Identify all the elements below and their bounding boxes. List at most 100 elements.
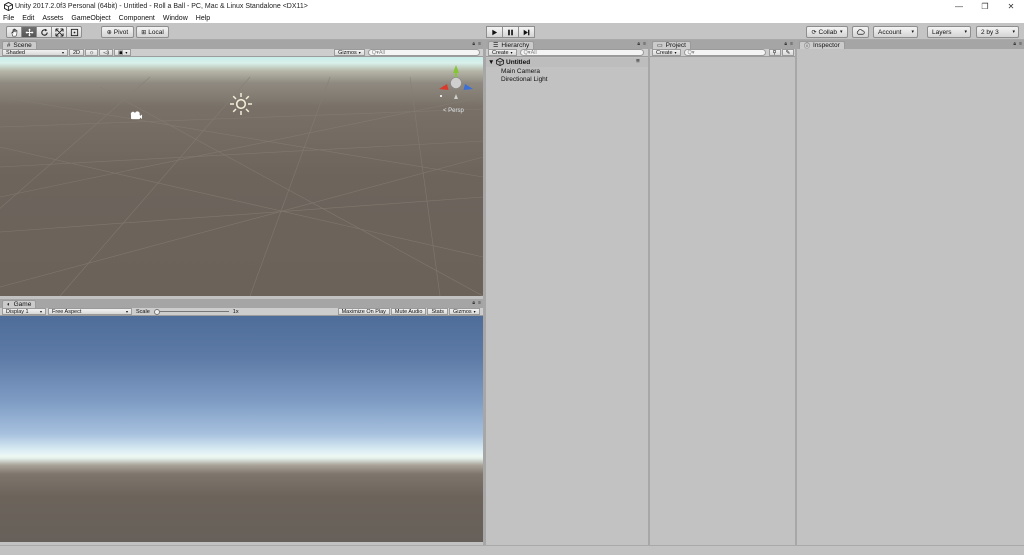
collab-icon: ⟳ <box>811 29 817 36</box>
rotate-tool-button[interactable] <box>36 26 52 38</box>
lighting-toggle[interactable]: ☼ <box>85 49 99 56</box>
account-dropdown[interactable]: Account ▾ <box>873 26 918 38</box>
scene-tabstrip: # Scene 🔒︎ ≡ <box>0 40 483 49</box>
expand-arrow-icon[interactable]: ▼ <box>488 59 494 66</box>
main-toolbar: ⊕ Pivot ⊞ Local ⟳ Collab ▾ Account ▾ Layers ▾ … <box>0 23 1024 40</box>
hierarchy-tabstrip: ☰ Hierarchy 🔒︎ ≡ <box>486 40 648 49</box>
perspective-label[interactable]: < Persp <box>443 108 464 114</box>
lock-icon[interactable]: 🔒︎ <box>1013 41 1016 47</box>
lock-icon[interactable]: 🔒︎ <box>472 41 475 47</box>
play-button[interactable] <box>486 26 503 38</box>
chevron-down-icon: ▾ <box>125 50 128 55</box>
slider-thumb[interactable] <box>153 308 160 315</box>
menu-component[interactable]: Component <box>119 15 155 22</box>
tab-scene[interactable]: # Scene <box>2 41 37 49</box>
move-tool-button[interactable] <box>21 26 37 38</box>
tab-game[interactable]: ◐ Game <box>2 300 37 308</box>
layout-dropdown[interactable]: 2 by 3 ▾ <box>976 26 1019 38</box>
scene-control-bar: Shaded ▾ 2D ☼ ◅) ▣ ▾ Gizmos ▾ Q▾All <box>0 49 483 57</box>
step-icon <box>523 29 530 35</box>
pause-button[interactable] <box>502 26 519 38</box>
restore-button[interactable]: ❐ <box>972 0 998 13</box>
layers-dropdown[interactable]: Layers ▾ <box>927 26 971 38</box>
panel-menu-icon[interactable]: ≡ <box>643 41 646 47</box>
scale-value: 1x <box>232 308 239 315</box>
close-button[interactable]: ✕ <box>998 0 1024 13</box>
directional-light-icon[interactable] <box>229 92 253 118</box>
chevron-down-icon: ▾ <box>510 50 513 55</box>
shading-mode-dropdown[interactable]: Shaded ▾ <box>2 49 68 56</box>
chevron-down-icon: ▾ <box>839 29 843 35</box>
lock-icon[interactable]: 🔒︎ <box>472 300 475 306</box>
lock-icon[interactable]: 🔒︎ <box>784 41 787 47</box>
move-arrows-icon <box>24 27 34 37</box>
local-toggle[interactable]: ⊞ Local <box>136 26 169 38</box>
toggle-2d-button[interactable]: 2D <box>69 49 85 56</box>
menu-help[interactable]: Help <box>196 15 210 22</box>
minimize-button[interactable]: — <box>946 0 972 13</box>
project-panel: ▭ Project 🔒︎ ≡ Create ▾ Q▾ ⚲ ✎ <box>650 40 795 545</box>
scene-viewport[interactable]: < Persp <box>0 57 483 296</box>
scene-menu-icon[interactable]: ≡ <box>636 58 640 65</box>
unity-logo-icon <box>3 2 13 12</box>
scale-slider[interactable] <box>153 308 231 315</box>
menu-file[interactable]: File <box>3 15 14 22</box>
game-viewport[interactable] <box>0 316 483 542</box>
panel-menu-icon[interactable]: ≡ <box>478 300 481 306</box>
menu-window[interactable]: Window <box>163 15 188 22</box>
game-gizmos-dropdown[interactable]: Gizmos ▾ <box>448 308 480 315</box>
hierarchy-panel: ☰ Hierarchy 🔒︎ ≡ Create ▾ Q▾All ▼ Untitled … <box>486 40 648 545</box>
scene-search-input[interactable]: Q▾All <box>367 49 480 56</box>
chevron-down-icon: ▾ <box>964 29 967 35</box>
panel-controls: 🔒︎ ≡ <box>784 41 793 47</box>
cloud-button[interactable] <box>852 26 869 38</box>
collab-dropdown[interactable]: ⟳ Collab ▾ <box>806 26 848 38</box>
project-control-bar: Create ▾ Q▾ ⚲ ✎ <box>650 49 795 57</box>
tab-project[interactable]: ▭ Project <box>652 41 691 49</box>
menu-gameobject[interactable]: GameObject <box>71 15 110 22</box>
project-tabstrip: ▭ Project 🔒︎ ≡ <box>650 40 795 49</box>
audio-toggle[interactable]: ◅) <box>99 49 114 56</box>
pivot-icon: ⊕ <box>106 29 112 36</box>
project-search-input[interactable]: Q▾ <box>683 49 766 56</box>
hierarchy-item-main-camera[interactable]: Main Camera <box>501 68 540 75</box>
aspect-dropdown[interactable]: Free Aspect ▾ <box>48 308 132 315</box>
stats-toggle[interactable]: Stats <box>427 308 448 315</box>
display-dropdown[interactable]: Display 1 ▾ <box>2 308 46 315</box>
hierarchy-item-directional-light[interactable]: Directional Light <box>501 76 548 83</box>
menu-edit[interactable]: Edit <box>22 15 34 22</box>
hand-icon <box>11 28 17 36</box>
inspector-tabstrip: ⓘ Inspector 🔒︎ ≡ <box>797 40 1024 50</box>
step-button[interactable] <box>518 26 535 38</box>
panel-controls: 🔒︎ ≡ <box>472 300 481 306</box>
orientation-gizmo-icon[interactable] <box>438 65 474 103</box>
gizmos-dropdown[interactable]: Gizmos ▾ <box>334 49 365 56</box>
hierarchy-search-input[interactable]: Q▾All <box>519 49 644 56</box>
hand-tool-button[interactable] <box>6 26 22 38</box>
lock-icon[interactable]: 🔒︎ <box>637 41 640 47</box>
game-panel: ◐ Game 🔒︎ ≡ Display 1 ▾ Free Aspect ▾ Scale … <box>0 299 483 544</box>
scale-tool-button[interactable] <box>51 26 67 38</box>
title-bar: Unity 2017.2.0f3 Personal (64bit) - Unti… <box>0 0 1024 13</box>
main-camera-icon[interactable] <box>129 111 142 122</box>
panel-menu-icon[interactable]: ≡ <box>478 41 481 47</box>
tab-inspector[interactable]: ⓘ Inspector <box>799 41 845 50</box>
chevron-down-icon: ▾ <box>674 50 677 55</box>
hierarchy-create-dropdown[interactable]: Create ▾ <box>488 49 517 56</box>
project-create-dropdown[interactable]: Create ▾ <box>652 49 681 56</box>
filter-label-button[interactable]: ✎ <box>781 49 795 56</box>
filter-type-button[interactable]: ⚲ <box>768 49 781 56</box>
status-bar <box>0 545 1024 555</box>
scene-root-row[interactable]: ▼ Untitled ≡ <box>486 57 648 67</box>
menu-assets[interactable]: Assets <box>42 15 63 22</box>
mute-audio-toggle[interactable]: Mute Audio <box>390 308 427 315</box>
panel-menu-icon[interactable]: ≡ <box>1019 41 1022 47</box>
maximize-on-play-toggle[interactable]: Maximize On Play <box>337 308 390 315</box>
rect-tool-button[interactable] <box>66 26 82 38</box>
panel-menu-icon[interactable]: ≡ <box>790 41 793 47</box>
tab-hierarchy[interactable]: ☰ Hierarchy <box>488 41 535 49</box>
local-icon: ⊞ <box>141 29 147 36</box>
pivot-toggle[interactable]: ⊕ Pivot <box>101 26 134 38</box>
effects-dropdown[interactable]: ▣ ▾ <box>114 49 132 56</box>
rotate-icon <box>40 28 48 36</box>
